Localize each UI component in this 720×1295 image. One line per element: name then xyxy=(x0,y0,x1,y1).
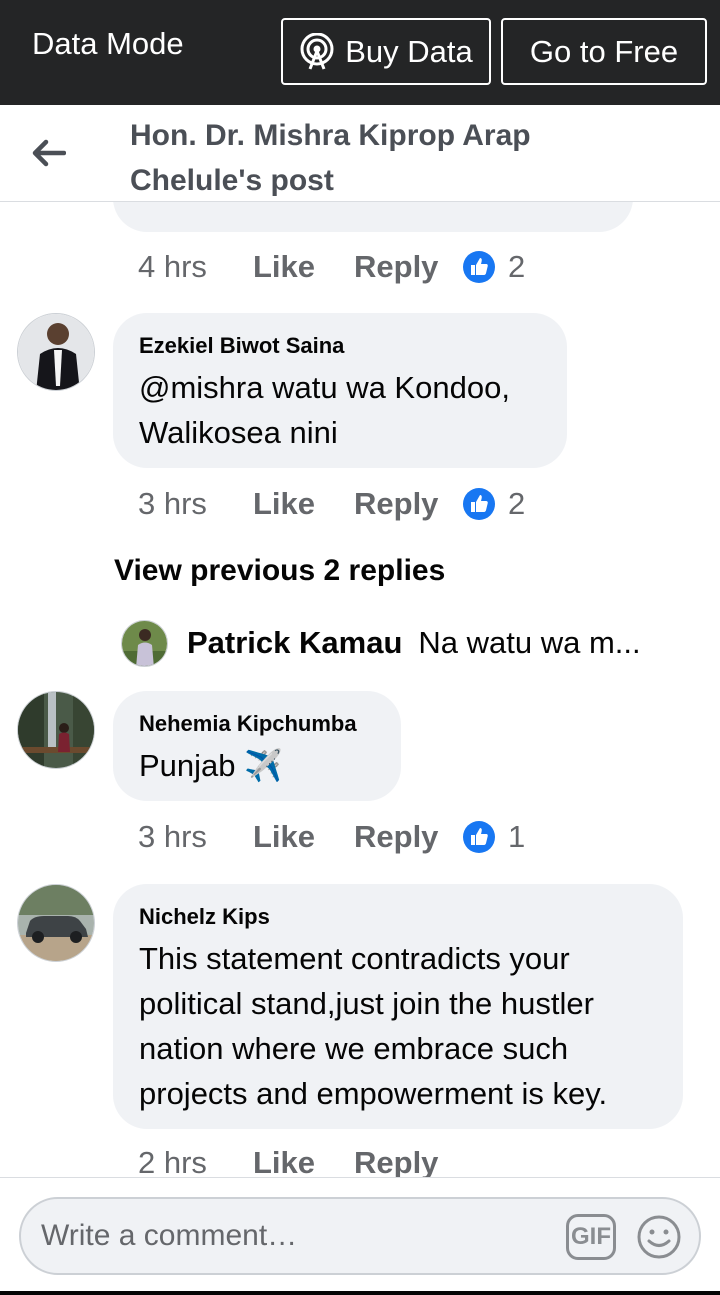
like-button[interactable]: Like xyxy=(253,486,354,522)
comment-meta: 3 hrs Like Reply 2 xyxy=(138,484,525,524)
reply-author[interactable]: Patrick Kamau xyxy=(187,625,402,661)
comment-time: 3 hrs xyxy=(138,819,207,854)
comment-bubble: Nichelz Kips This statement contradicts … xyxy=(113,884,683,1129)
reply-button[interactable]: Reply xyxy=(354,249,462,285)
back-arrow-icon xyxy=(32,139,66,167)
comment-composer: GIF xyxy=(0,1177,720,1295)
reply-text: Na watu wa m... xyxy=(418,625,641,660)
comment-bubble: Nehemia Kipchumba Punjab ✈️ xyxy=(113,691,401,801)
like-button[interactable]: Like xyxy=(253,249,354,285)
comment-bubble: Ezekiel Biwot Saina @mishra watu wa Kond… xyxy=(113,313,567,468)
comment-text: This statement contradicts your politica… xyxy=(139,941,608,1111)
gif-label: GIF xyxy=(571,1223,611,1250)
page-title: Hon. Dr. Mishra Kiprop Arap Chelule's po… xyxy=(130,119,531,197)
reply-button[interactable]: Reply xyxy=(354,819,462,855)
like-reaction-icon xyxy=(463,251,495,283)
comment-author[interactable]: Nichelz Kips xyxy=(139,904,270,930)
data-mode-title: Data Mode xyxy=(32,26,184,61)
broadcast-icon xyxy=(300,32,334,70)
post-header: Hon. Dr. Mishra Kiprop Arap Chelule's po… xyxy=(0,105,720,202)
reaction-count-value: 1 xyxy=(508,819,526,854)
comment-time: 3 hrs xyxy=(138,486,207,521)
comments-feed[interactable]: 4 hrs Like Reply 2 Ezekiel Biwot Saina @… xyxy=(0,202,720,1177)
comment-text: @mishra watu wa Kondoo, Walikosea nini xyxy=(139,370,510,450)
like-reaction-icon xyxy=(463,488,495,520)
bottom-divider xyxy=(0,1291,720,1295)
reply-preview[interactable]: Patrick Kamau Na watu wa m... xyxy=(121,619,641,667)
back-button[interactable] xyxy=(28,133,68,173)
comment-bubble xyxy=(113,202,633,232)
avatar[interactable] xyxy=(17,884,95,962)
like-button[interactable]: Like xyxy=(253,1145,354,1177)
go-to-free-label: Go to Free xyxy=(529,33,679,69)
like-reaction-icon xyxy=(463,821,495,853)
avatar[interactable] xyxy=(17,313,95,391)
comment-time: 2 hrs xyxy=(138,1145,207,1177)
reaction-count[interactable]: 2 xyxy=(462,486,525,522)
buy-data-label: Buy Data xyxy=(345,33,473,69)
reply-button[interactable]: Reply xyxy=(354,1145,462,1177)
reaction-count[interactable]: 1 xyxy=(462,819,525,855)
reaction-count[interactable]: 2 xyxy=(462,249,525,285)
comment-meta: 4 hrs Like Reply 2 xyxy=(138,247,525,287)
buy-data-button[interactable]: Buy Data xyxy=(281,18,491,85)
emoji-button[interactable] xyxy=(636,1214,682,1260)
reaction-count-value: 2 xyxy=(508,249,526,284)
comment-author[interactable]: Ezekiel Biwot Saina xyxy=(139,333,344,359)
smiley-icon xyxy=(637,1215,681,1259)
go-to-free-button[interactable]: Go to Free xyxy=(501,18,707,85)
view-previous-replies-link[interactable]: View previous 2 replies xyxy=(114,554,445,588)
avatar[interactable] xyxy=(121,619,168,667)
comment-meta: 2 hrs Like Reply xyxy=(138,1143,462,1177)
avatar[interactable] xyxy=(17,691,95,769)
comment-meta: 3 hrs Like Reply 1 xyxy=(138,817,525,857)
comment-text: Punjab ✈️ xyxy=(139,748,283,783)
reaction-count-value: 2 xyxy=(508,486,526,521)
reply-button[interactable]: Reply xyxy=(354,486,462,522)
comment-author[interactable]: Nehemia Kipchumba xyxy=(139,711,357,737)
comment-time: 4 hrs xyxy=(138,249,207,284)
like-button[interactable]: Like xyxy=(253,819,354,855)
data-mode-bar: Data Mode Buy Data Go to Free xyxy=(0,0,720,105)
gif-button[interactable]: GIF xyxy=(566,1214,616,1260)
